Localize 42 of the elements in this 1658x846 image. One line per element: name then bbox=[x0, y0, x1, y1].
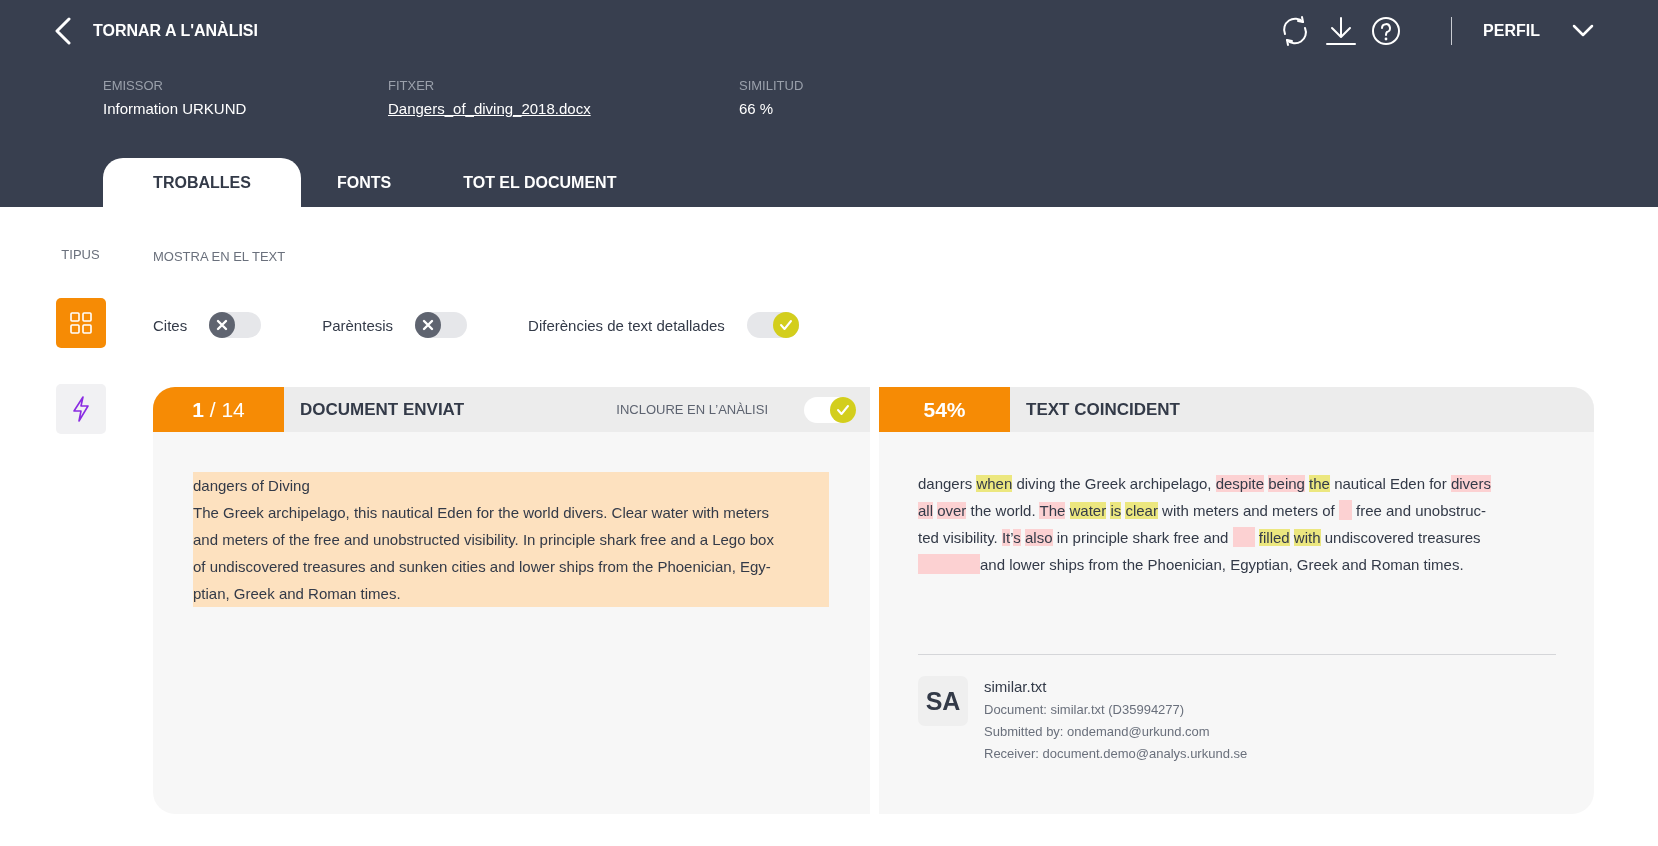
meta-value: Information URKUND bbox=[103, 100, 247, 117]
close-icon bbox=[422, 319, 435, 331]
source-detail: Receiver: document.demo@analys.urkund.se bbox=[984, 746, 1248, 761]
section-label: MOSTRA EN EL TEXT bbox=[153, 249, 286, 266]
meta-label: FITXER bbox=[388, 78, 435, 93]
back-link[interactable]: TORNAR A L'ANÀLISI bbox=[54, 17, 258, 45]
toggle-switch[interactable] bbox=[209, 312, 262, 338]
lightning-icon bbox=[71, 396, 90, 422]
toggle-switch[interactable] bbox=[746, 312, 799, 338]
toggle-switch[interactable] bbox=[415, 312, 468, 338]
meta-label: EMISSOR bbox=[103, 78, 163, 93]
profile-menu[interactable]: PERFIL bbox=[1483, 22, 1594, 40]
source-name: similar.txt bbox=[984, 678, 1047, 695]
include-label: INCLOURE EN L’ANÀLISI bbox=[616, 402, 768, 417]
match-counter: 1 / 14 bbox=[153, 387, 284, 432]
tab[interactable]: FONTS bbox=[301, 158, 428, 207]
panel-title: TEXT COINCIDENT bbox=[1026, 399, 1180, 420]
meta-label: SIMILITUD bbox=[739, 78, 804, 93]
check-icon bbox=[836, 403, 850, 416]
file-link[interactable]: Dangers_of_diving_2018.docx bbox=[388, 100, 591, 117]
source-detail: Submitted by: ondemand@urkund.com bbox=[984, 724, 1210, 739]
source-detail: Document: similar.txt (D35994277) bbox=[984, 702, 1185, 717]
back-icon[interactable] bbox=[54, 17, 72, 45]
tab[interactable]: TROBALLES bbox=[103, 158, 301, 207]
meta-value: 66 % bbox=[739, 100, 774, 117]
download-icon[interactable] bbox=[1325, 16, 1358, 46]
close-icon bbox=[216, 319, 229, 331]
match-percentage: 54% bbox=[879, 387, 1010, 432]
toggle-label: Cites bbox=[153, 316, 188, 334]
tab[interactable]: TOT EL DOCUMENT bbox=[427, 158, 653, 207]
grid-icon bbox=[69, 312, 92, 334]
toggle-label: Parèntesis bbox=[322, 316, 394, 334]
source-avatar: SA bbox=[918, 676, 968, 726]
panel-title: DOCUMENT ENVIAT bbox=[300, 399, 464, 420]
help-icon[interactable] bbox=[1371, 16, 1402, 46]
chevron-down-icon[interactable] bbox=[1572, 24, 1594, 38]
submitted-text: dangers of Diving The Greek archipelago, this nautical Eden for the world divers. Clear water with meters and meters of the free and unobstructed visibility. In principle shark free and a Lego box of undiscovered treasures and sunken cities and lower ships from the Phoenician, Egy- ptian, Greek and Roman times. bbox=[193, 472, 829, 607]
column-label: TIPUS bbox=[61, 247, 100, 264]
include-toggle[interactable] bbox=[804, 396, 856, 423]
check-icon bbox=[778, 319, 793, 331]
type-filter-button[interactable] bbox=[55, 384, 106, 434]
toggle-label: Diferències de text detallades bbox=[528, 316, 725, 334]
